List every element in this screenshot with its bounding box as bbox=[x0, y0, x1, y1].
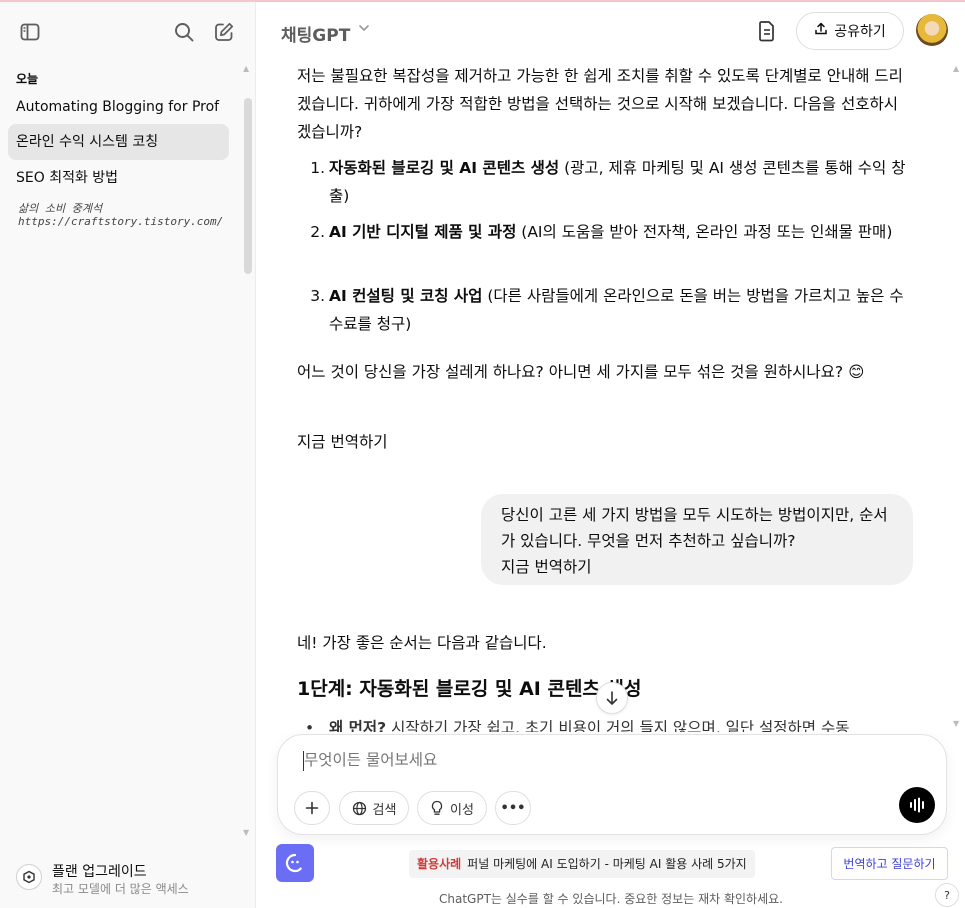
extension-icon bbox=[285, 853, 302, 873]
extension-button[interactable] bbox=[276, 844, 314, 882]
header: 채팅GPT 공유하기 bbox=[257, 2, 965, 62]
main-scroll-up-icon[interactable]: ▲ bbox=[953, 64, 959, 73]
assistant-intro: 저는 불필요한 복잡성을 제거하고 가능한 한 쉽게 조치를 취할 수 있도록 … bbox=[297, 67, 903, 141]
user-message-text: 당신이 고른 세 가지 방법을 모두 시도하는 방법이지만, 순서가 있습니다.… bbox=[501, 506, 888, 550]
option-desc: (AI의 도움을 받아 전자책, 온라인 과정 또는 인쇄물 판매) bbox=[516, 223, 893, 241]
disclaimer: ChatGPT는 실수를 할 수 있습니다. 중요한 정보는 재차 확인하세요. bbox=[439, 892, 783, 906]
bullet-item: • 왜 먼저? 시작하기 가장 쉽고, 초기 비용이 거의 들지 않으며, 일단… bbox=[305, 714, 915, 732]
sidebar-scroll-up-icon[interactable]: ▲ bbox=[243, 64, 249, 73]
user-message-bubble: 당신이 고른 세 가지 방법을 모두 시도하는 방법이지만, 순서가 있습니다.… bbox=[481, 494, 913, 585]
search-button-label: 검색 bbox=[372, 802, 397, 818]
promo-text: 퍼널 마케팅에 AI 도입하기 - 마케팅 AI 활용 사례 5가지 bbox=[467, 857, 747, 871]
composer: 검색 이성 ••• bbox=[277, 734, 947, 835]
search-icon[interactable] bbox=[170, 18, 198, 46]
sidebar-scrollbar[interactable] bbox=[244, 98, 252, 274]
promo-banner[interactable]: 활용사례 퍼널 마케팅에 AI 도입하기 - 마케팅 AI 활용 사례 5가지 bbox=[409, 850, 755, 878]
watermark: 삶의 소비 중계석 https://craftstory.tistory.com… bbox=[18, 202, 223, 228]
share-icon bbox=[814, 22, 828, 40]
arrow-down-icon bbox=[606, 691, 618, 705]
chevron-down-icon[interactable] bbox=[358, 22, 370, 38]
model-selector[interactable]: 채팅GPT bbox=[281, 21, 350, 46]
translate-now-link[interactable]: 지금 번역하기 bbox=[297, 428, 912, 456]
assistant-question: 어느 것이 당신을 가장 설레게 하나요? 아니면 세 가지를 모두 섞은 것을… bbox=[297, 363, 865, 381]
upgrade-title: 플랜 업그레이드 bbox=[52, 864, 147, 880]
share-label: 공유하기 bbox=[834, 24, 886, 40]
option-title: AI 컨설팅 및 코칭 사업 bbox=[329, 287, 483, 305]
document-icon[interactable] bbox=[757, 20, 777, 46]
reason-button[interactable]: 이성 bbox=[417, 791, 487, 825]
sidebar-section-today: 오늘 bbox=[16, 72, 39, 86]
option-number: 1. bbox=[310, 159, 325, 177]
sidebar-toggle-icon[interactable] bbox=[16, 18, 44, 46]
share-button[interactable]: 공유하기 bbox=[796, 12, 904, 50]
reason-button-label: 이성 bbox=[450, 802, 474, 818]
translate-and-ask-button[interactable]: 번역하고 질문하기 bbox=[831, 847, 948, 880]
option-title: 자동화된 블로깅 및 AI 콘텐츠 생성 bbox=[329, 159, 560, 177]
promo-tag: 활용사례 bbox=[417, 857, 462, 871]
globe-icon bbox=[352, 801, 366, 815]
bullet-title: 왜 먼저? bbox=[329, 719, 387, 732]
sidebar-scroll-down-icon[interactable]: ▼ bbox=[243, 828, 249, 837]
upgrade-icon bbox=[16, 864, 42, 890]
translate-now-link[interactable]: 지금 번역하기 bbox=[501, 554, 893, 580]
watermark-title: 삶의 소비 중계석 bbox=[18, 202, 103, 215]
plus-icon bbox=[305, 801, 319, 815]
option-number: 3. bbox=[310, 287, 325, 305]
search-button[interactable]: 검색 bbox=[339, 791, 409, 825]
main-scroll-down-icon[interactable]: ▼ bbox=[953, 719, 959, 728]
help-button[interactable]: ? bbox=[935, 883, 959, 907]
sidebar-item-automating-blogging[interactable]: Automating Blogging for Prof bbox=[8, 89, 229, 125]
scroll-to-bottom-button[interactable] bbox=[596, 682, 628, 714]
bullet-dot: • bbox=[305, 719, 315, 732]
attach-button[interactable] bbox=[294, 791, 330, 825]
watermark-url: https://craftstory.tistory.com/ bbox=[18, 215, 224, 228]
avatar[interactable] bbox=[916, 14, 948, 46]
sidebar-item-seo-optimization[interactable]: SEO 최적화 방법 bbox=[8, 160, 229, 196]
sidebar-item-online-income-coaching[interactable]: 온라인 수익 시스템 코칭 bbox=[8, 124, 229, 160]
assistant-answer-intro: 네! 가장 좋은 순서는 다음과 같습니다. bbox=[297, 634, 547, 652]
prompt-input[interactable] bbox=[304, 751, 864, 769]
more-options-button[interactable]: ••• bbox=[495, 791, 531, 825]
upgrade-plan-button[interactable]: 플랜 업그레이드 최고 모델에 더 많은 액세스 bbox=[16, 860, 246, 900]
voice-waveform-icon bbox=[910, 797, 924, 813]
option-title: AI 기반 디지털 제품 및 과정 bbox=[329, 223, 517, 241]
sidebar: 오늘 Automating Blogging for Prof 온라인 수익 시… bbox=[0, 2, 256, 908]
lightbulb-icon bbox=[431, 800, 443, 815]
option-number: 2. bbox=[310, 223, 325, 241]
new-chat-icon[interactable] bbox=[210, 18, 238, 46]
sidebar-toolbar bbox=[16, 18, 239, 46]
voice-mode-button[interactable] bbox=[899, 787, 935, 823]
step-heading: 1단계: 자동화된 블로깅 및 AI 콘텐츠 생성 bbox=[297, 678, 642, 700]
upgrade-subtitle: 최고 모델에 더 많은 액세스 bbox=[52, 882, 189, 896]
bullet-desc: 시작하기 가장 쉽고, 초기 비용이 거의 들지 않으며, 일단 설정하면 수동 bbox=[386, 719, 850, 732]
ellipsis-icon: ••• bbox=[500, 800, 526, 816]
